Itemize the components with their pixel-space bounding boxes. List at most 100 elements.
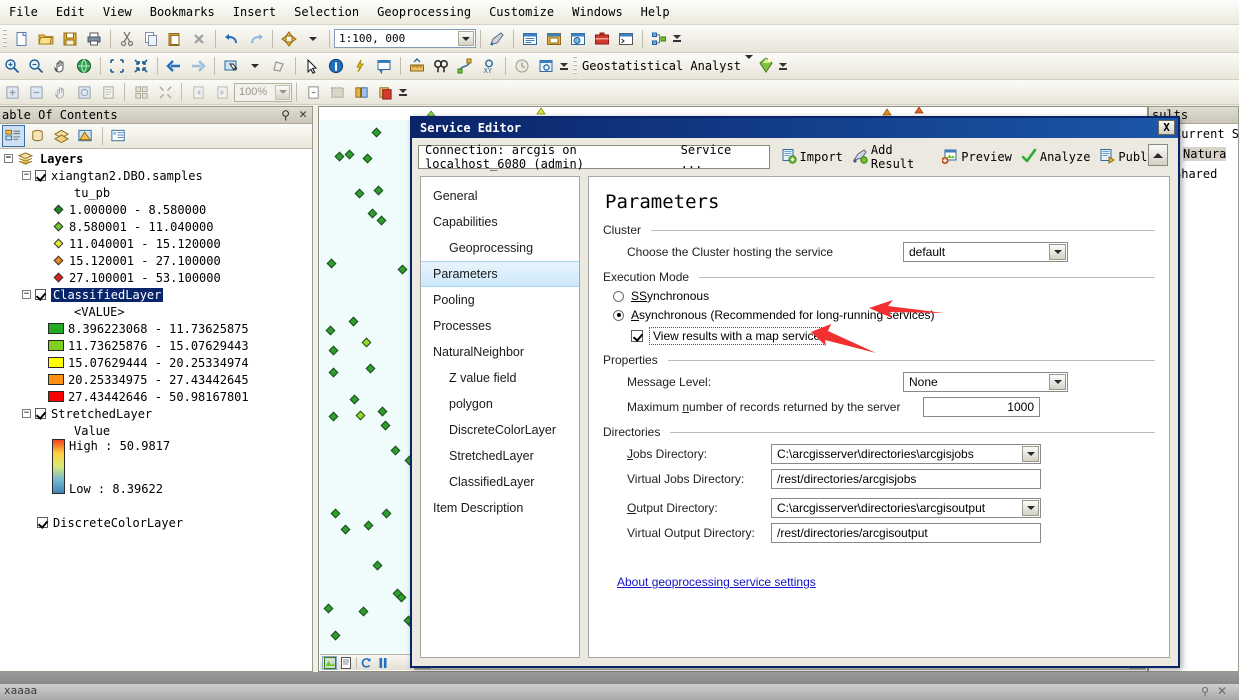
map-sample-point[interactable] xyxy=(330,508,341,519)
toc-legend-class[interactable]: 15.07629444 - 20.25334974 xyxy=(0,354,312,371)
collapse-icon[interactable]: − xyxy=(4,154,13,163)
toc-layer-discretecolorlayer[interactable]: DiscreteColorLayer xyxy=(0,514,312,531)
nav-item-pooling[interactable]: Pooling xyxy=(421,287,579,313)
list-by-visibility-icon[interactable] xyxy=(50,125,73,147)
list-by-drawing-order-icon[interactable] xyxy=(2,125,25,147)
undo-icon[interactable] xyxy=(221,28,243,50)
menu-item-geoprocessing[interactable]: Geoprocessing xyxy=(368,2,480,22)
select-features-icon[interactable] xyxy=(220,55,242,77)
zoom-out-layout-icon[interactable] xyxy=(25,81,47,103)
time-slider-icon[interactable] xyxy=(511,55,533,77)
zoom-whole-page-icon[interactable] xyxy=(97,81,119,103)
about-geoprocessing-link[interactable]: About geoprocessing service settings xyxy=(617,575,816,589)
map-sample-point[interactable] xyxy=(328,411,339,422)
search-icon[interactable] xyxy=(567,28,589,50)
view-results-checkbox[interactable] xyxy=(631,330,643,342)
fixed-zoom-out-icon[interactable] xyxy=(130,55,152,77)
synchronous-radio[interactable] xyxy=(613,290,624,302)
toc-legend-class[interactable]: 8.396223068 - 11.73625875 xyxy=(0,320,312,337)
max-records-input[interactable]: 1000 xyxy=(923,397,1040,417)
create-viewer-window-icon[interactable] xyxy=(535,55,557,77)
asynchronous-radio-row[interactable]: Asynchronous (Recommended for long-runni… xyxy=(603,308,1155,322)
map-sample-point[interactable] xyxy=(330,630,341,641)
nav-item-naturalneighbor[interactable]: NaturalNeighbor xyxy=(421,339,579,365)
toolbar-grip[interactable] xyxy=(3,28,7,49)
dialog-nav-pane[interactable]: General Capabilities Geoprocessing Paramete… xyxy=(420,176,580,658)
new-document-icon[interactable] xyxy=(11,28,33,50)
pan-layout-icon[interactable] xyxy=(49,81,71,103)
collapse-icon[interactable]: − xyxy=(22,290,31,299)
map-sample-point[interactable] xyxy=(380,420,391,431)
toc-root-layers[interactable]: − Layers xyxy=(0,150,312,167)
menu-item-file[interactable]: File xyxy=(0,2,47,22)
html-popup-icon[interactable] xyxy=(373,55,395,77)
map-scale-combo[interactable]: 1:100, 000 xyxy=(334,29,476,48)
preview-button[interactable]: Preview xyxy=(939,146,1015,169)
map-sample-point[interactable] xyxy=(371,127,382,138)
menu-item-edit[interactable]: Edit xyxy=(47,2,94,22)
select-by-polygon-icon[interactable] xyxy=(268,55,290,77)
map-sample-point[interactable] xyxy=(363,520,374,531)
geostatistical-analyst-icon[interactable] xyxy=(757,56,775,76)
synchronous-radio-row[interactable]: SSynchronousSynchronous xyxy=(603,289,1155,303)
menu-item-insert[interactable]: Insert xyxy=(224,2,285,22)
layer-visibility-checkbox[interactable] xyxy=(35,170,46,181)
close-icon[interactable]: X xyxy=(1158,120,1175,135)
layer-visibility-checkbox[interactable] xyxy=(35,408,46,419)
jobs-directory-select[interactable]: C:\arcgisserver\directories\arcgisjobs xyxy=(771,444,1041,464)
analyze-button[interactable]: Analyze xyxy=(1018,146,1094,169)
map-sample-point[interactable] xyxy=(323,603,334,614)
pause-drawing-icon[interactable] xyxy=(375,656,390,670)
zoom-to-selected-icon[interactable] xyxy=(154,81,176,103)
hyperlink-icon[interactable] xyxy=(349,55,371,77)
output-directory-select[interactable]: C:\arcgisserver\directories\arcgisoutput xyxy=(771,498,1041,518)
toc-layer-stretchedlayer[interactable]: − StretchedLayer xyxy=(0,405,312,422)
menu-item-windows[interactable]: Windows xyxy=(563,2,632,22)
chevron-down-icon[interactable] xyxy=(1049,244,1066,260)
forward-extent-icon[interactable] xyxy=(187,55,209,77)
nav-item-classifiedlayer[interactable]: ClassifiedLayer xyxy=(421,469,579,495)
chevron-down-icon[interactable] xyxy=(275,84,290,100)
select-features-dropdown-icon[interactable] xyxy=(244,55,266,77)
nav-item-processes[interactable]: Processes xyxy=(421,313,579,339)
arctoolbox-icon[interactable] xyxy=(591,28,613,50)
nav-item-item-description[interactable]: Item Description xyxy=(421,495,579,521)
print-icon[interactable] xyxy=(83,28,105,50)
collapse-icon[interactable]: − xyxy=(22,171,31,180)
map-sample-point[interactable] xyxy=(376,215,387,226)
toc-layer-samples[interactable]: − xiangtan2.DBO.samples xyxy=(0,167,312,184)
chevron-down-icon[interactable] xyxy=(458,31,474,46)
import-button[interactable]: Import xyxy=(778,146,846,169)
catalog-icon[interactable] xyxy=(543,28,565,50)
toc-legend-class[interactable]: 11.73625876 - 15.07629443 xyxy=(0,337,312,354)
layer-visibility-checkbox[interactable] xyxy=(37,517,48,528)
map-sample-point[interactable] xyxy=(390,445,401,456)
zoom-in-layout-icon[interactable] xyxy=(1,81,23,103)
nav-item-geoprocessing[interactable]: Geoprocessing xyxy=(421,235,579,261)
toc-legend-class[interactable]: 20.25334975 - 27.43442645 xyxy=(0,371,312,388)
collapse-icon[interactable]: − xyxy=(22,409,31,418)
save-icon[interactable] xyxy=(59,28,81,50)
toolbar-overflow-button[interactable] xyxy=(777,55,789,77)
model-builder-icon[interactable] xyxy=(648,28,670,50)
list-by-selection-icon[interactable] xyxy=(74,125,97,147)
map-sample-point[interactable] xyxy=(372,560,383,571)
map-sample-point[interactable] xyxy=(354,188,365,199)
layout-view-icon[interactable] xyxy=(338,656,353,670)
connection-field[interactable]: Connection: arcgis on localhost_6080 (ad… xyxy=(418,143,770,171)
back-extent-icon[interactable] xyxy=(163,55,185,77)
map-sample-point[interactable] xyxy=(344,149,355,160)
nav-item-capabilities[interactable]: Capabilities xyxy=(421,209,579,235)
focus-data-frame-icon[interactable] xyxy=(326,81,348,103)
pan-icon[interactable] xyxy=(49,55,71,77)
collapse-toolbar-button[interactable] xyxy=(1148,144,1168,166)
map-sample-point[interactable] xyxy=(340,524,351,535)
find-icon[interactable] xyxy=(430,55,452,77)
map-sample-point[interactable] xyxy=(349,394,360,405)
nav-item-polygon[interactable]: polygon xyxy=(421,391,579,417)
forward-page-icon[interactable] xyxy=(211,81,233,103)
map-sample-point[interactable] xyxy=(381,508,392,519)
add-data-icon[interactable] xyxy=(278,28,300,50)
layout-zoom-combo[interactable]: 100% xyxy=(234,82,292,102)
menu-item-view[interactable]: View xyxy=(94,2,141,22)
